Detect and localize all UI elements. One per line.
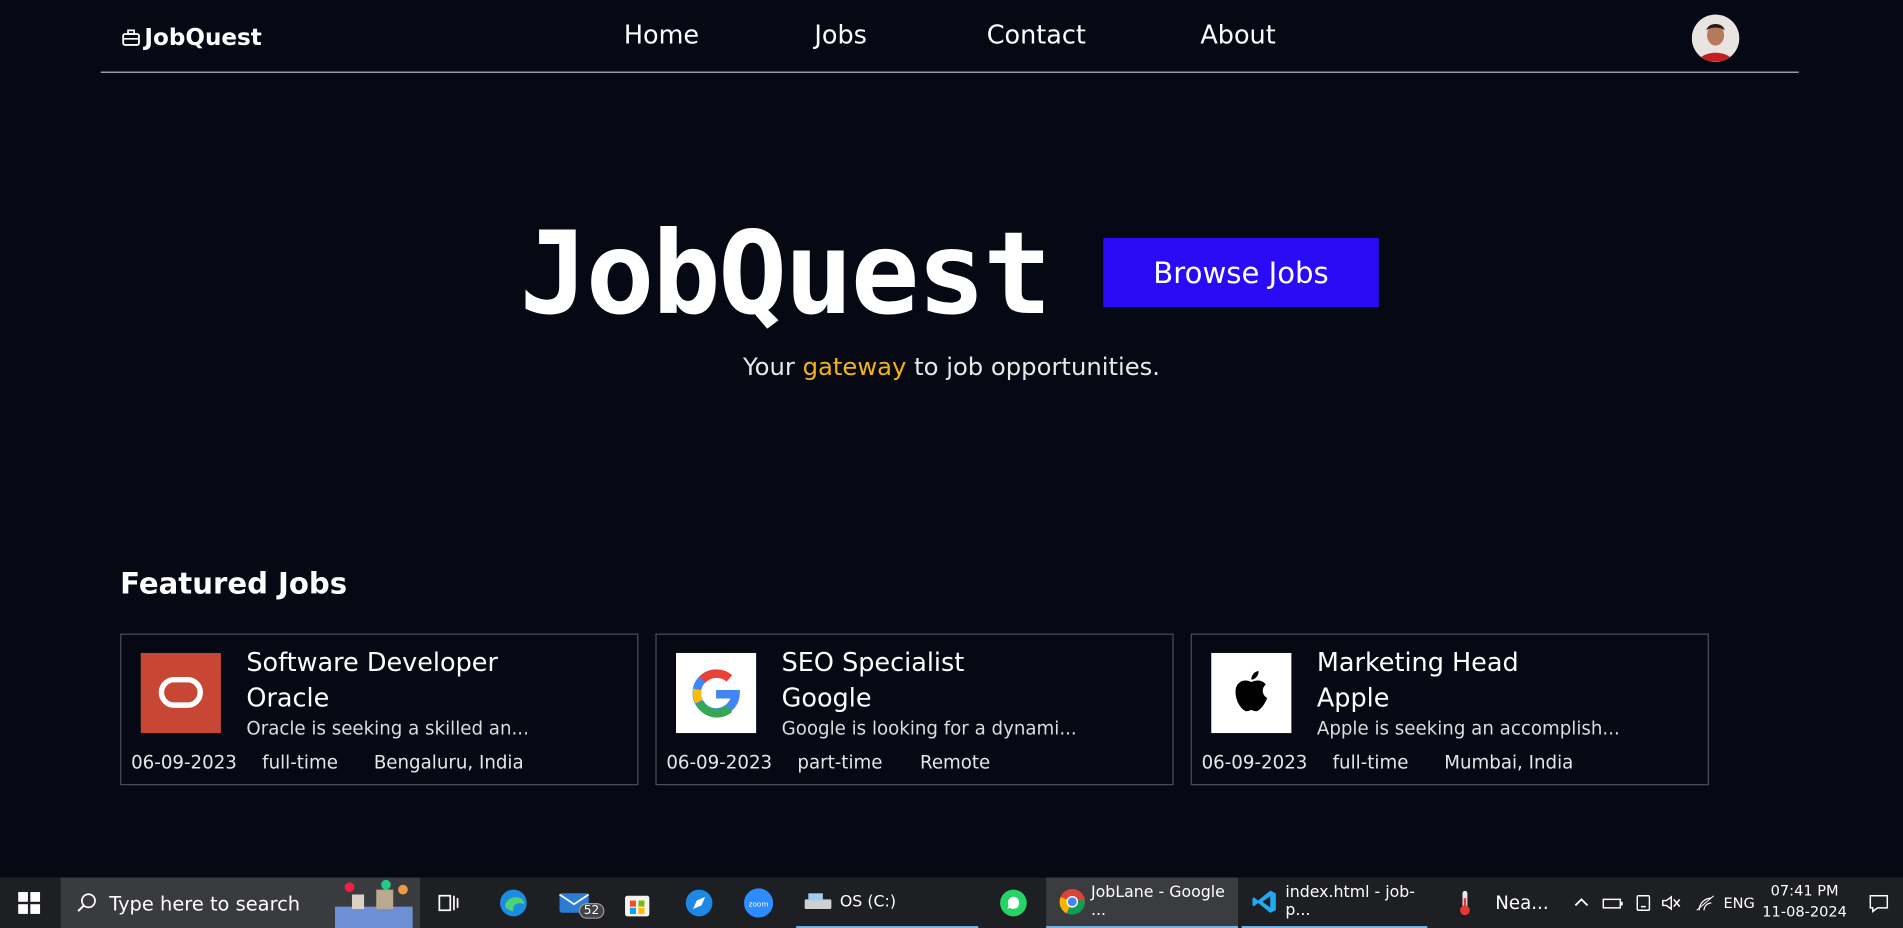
svg-text:zoom: zoom (749, 900, 769, 909)
tagline-highlight: gateway (802, 351, 907, 382)
edge-icon (500, 889, 527, 917)
job-description: Oracle is seeking a skilled an... (246, 717, 529, 740)
zoom-icon: zoom (743, 888, 774, 918)
notification-icon (1869, 894, 1889, 913)
job-meta: 06-09-2023 full-time Mumbai, India (1202, 751, 1574, 773)
device-tray[interactable] (1634, 878, 1653, 928)
job-card[interactable]: Marketing Head Apple Apple is seeking an… (1190, 633, 1709, 786)
chrome-label: JobLane - Google ... (1091, 883, 1225, 920)
featured-heading: Featured Jobs (120, 566, 348, 601)
vscode-icon (1252, 890, 1276, 913)
job-company: Apple (1316, 683, 1390, 713)
job-type: full-time (1332, 751, 1409, 774)
notifications-button[interactable] (1868, 878, 1890, 928)
task-view-icon (438, 894, 459, 912)
drive-label: OS (C:) (839, 892, 896, 911)
search-highlight-icon (334, 879, 413, 928)
drive-icon (804, 893, 832, 910)
job-location: Remote (919, 751, 991, 774)
battery-icon (1602, 898, 1623, 909)
nav-link-contact[interactable]: Contact (987, 21, 1201, 50)
volume-muted-icon (1662, 895, 1681, 911)
job-card[interactable]: Software Developer Oracle Oracle is seek… (120, 633, 639, 786)
job-meta: 06-09-2023 part-time Remote (666, 751, 990, 773)
job-title: SEO Specialist (781, 648, 965, 678)
browse-jobs-button[interactable]: Browse Jobs (1103, 237, 1379, 308)
hero-tagline: Your gateway to job opportunities. (0, 352, 1903, 381)
job-title: Marketing Head (1316, 648, 1519, 678)
drive-button[interactable]: OS (C:) (796, 878, 979, 928)
edge-button[interactable] (498, 878, 530, 928)
nav-link-about[interactable]: About (1200, 21, 1275, 50)
device-icon (1636, 894, 1651, 912)
chrome-taskbar-item[interactable]: JobLane - Google ... (1046, 877, 1238, 928)
job-location: Mumbai, India (1444, 751, 1574, 774)
hero-title: JobQuest (519, 208, 1052, 342)
clock-date: 11-08-2024 (1762, 902, 1847, 920)
tagline-after: to job opportunities. (906, 351, 1161, 382)
job-description: Google is looking for a dynami... (781, 717, 1077, 740)
job-meta: 06-09-2023 full-time Bengaluru, India (131, 751, 524, 773)
task-view-button[interactable] (437, 878, 461, 928)
whatsapp-button[interactable] (998, 878, 1030, 928)
mail-badge: 52 (578, 902, 605, 919)
chrome-icon (1059, 889, 1085, 915)
clock-time: 07:41 PM (1770, 882, 1839, 900)
nav-link-jobs[interactable]: Jobs (814, 21, 986, 50)
briefcase-icon (122, 29, 140, 46)
taskbar: Type here to search 52 zoom OS (C:) JobL… (0, 877, 1903, 928)
job-company: Oracle (246, 683, 330, 713)
store-button[interactable] (621, 878, 653, 928)
weather-label: Nea... (1495, 892, 1549, 914)
navbar: JobQuest Home Jobs Contact About (100, 0, 1799, 73)
tagline-before: Your (743, 351, 803, 382)
clock[interactable]: 07:41 PM 11-08-2024 (1762, 881, 1847, 922)
google-logo (676, 652, 757, 734)
job-date: 06-09-2023 (131, 751, 237, 774)
job-card[interactable]: SEO Specialist Google Google is looking … (655, 633, 1174, 786)
job-type: part-time (797, 751, 883, 774)
search-placeholder: Type here to search (109, 891, 301, 915)
nav-link-home[interactable]: Home (624, 21, 815, 50)
language-indicator[interactable]: ENG (1723, 878, 1754, 928)
avatar[interactable] (1691, 14, 1740, 62)
brand[interactable]: JobQuest (121, 24, 262, 51)
job-type: full-time (262, 751, 338, 774)
job-title: Software Developer (246, 648, 498, 678)
job-company: Google (781, 683, 872, 713)
start-button[interactable] (17, 878, 41, 928)
battery-tray[interactable] (1602, 878, 1624, 928)
chevron-up-icon (1574, 898, 1589, 907)
whatsapp-icon (1000, 889, 1027, 917)
compass-icon (685, 889, 713, 917)
vscode-label: index.html - job-p... (1285, 883, 1415, 920)
job-date: 06-09-2023 (1201, 751, 1308, 774)
job-date: 06-09-2023 (666, 751, 773, 774)
nav-links: Home Jobs Contact About (624, 21, 1276, 50)
job-description: Apple is seeking an accomplish... (1316, 717, 1620, 740)
profile-photo (1691, 14, 1740, 62)
oracle-logo (140, 652, 221, 734)
mail-button[interactable]: 52 (558, 878, 605, 928)
show-hidden-icons[interactable] (1573, 878, 1590, 928)
thermometer-icon (1460, 890, 1470, 916)
weather-widget[interactable]: Nea... (1456, 878, 1549, 928)
search-icon (77, 893, 96, 912)
volume-tray[interactable] (1660, 878, 1682, 928)
job-location: Bengaluru, India (373, 751, 524, 774)
safari-button[interactable] (685, 878, 714, 928)
zoom-button[interactable]: zoom (743, 878, 775, 928)
wifi-tray[interactable] (1694, 878, 1716, 928)
brand-name: JobQuest (144, 24, 262, 51)
windows-icon (18, 892, 41, 914)
wifi-icon (1696, 895, 1715, 911)
vscode-taskbar-item[interactable]: index.html - job-p... (1241, 878, 1428, 928)
store-icon (625, 895, 650, 917)
taskbar-search[interactable]: Type here to search (60, 877, 420, 928)
apple-logo (1211, 652, 1292, 734)
